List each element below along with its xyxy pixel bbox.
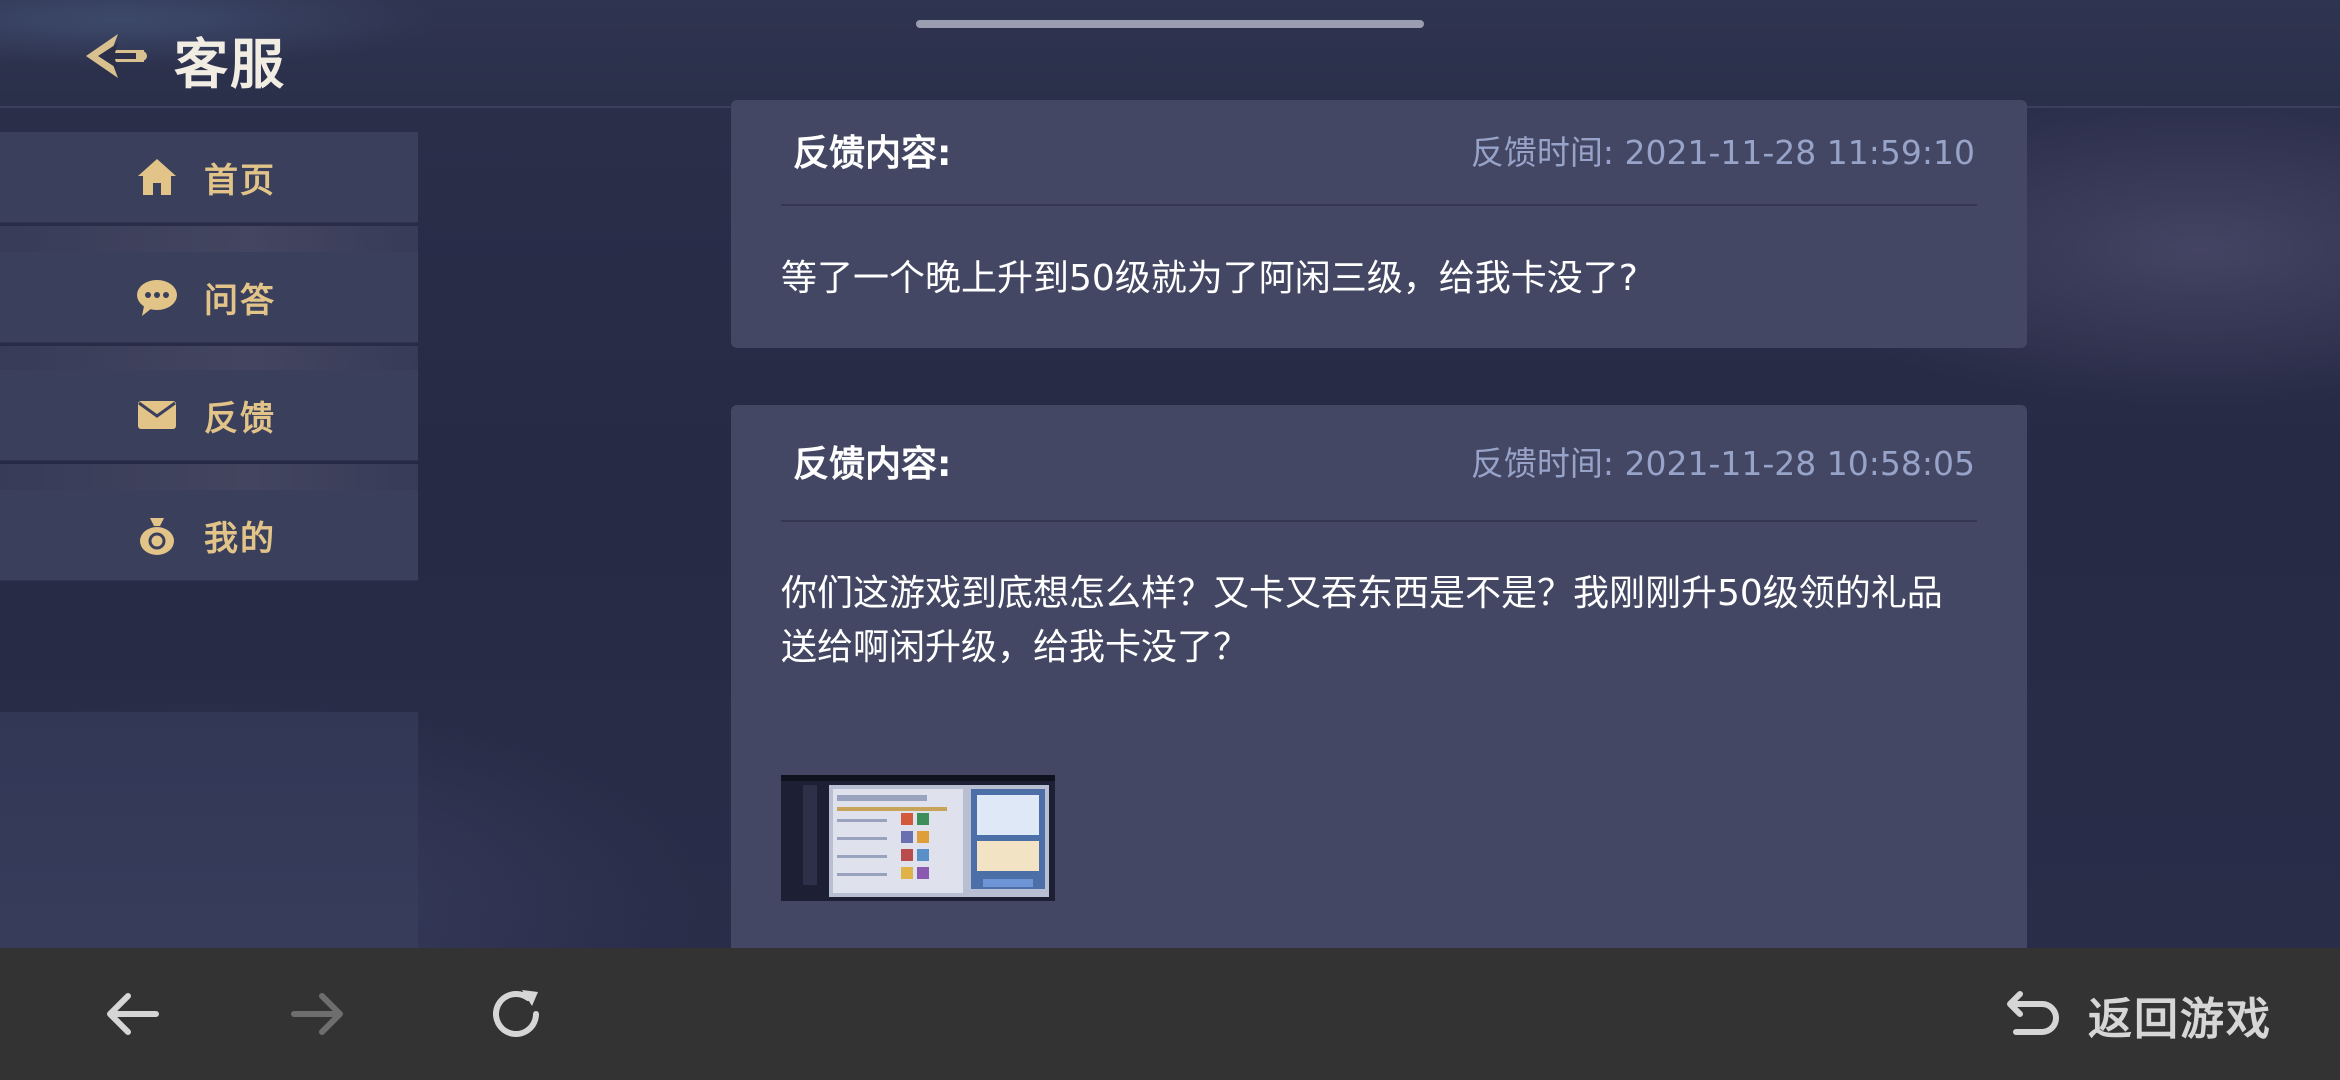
sidebar-divider — [0, 226, 418, 252]
feedback-content-label: 反馈内容: — [793, 444, 952, 485]
chat-bubble-icon — [136, 276, 178, 318]
card-divider — [781, 520, 1977, 522]
feedback-text: 你们这游戏到底想怎么样？又卡又吞东西是不是？我刚刚升50级领的礼品送给啊闲升级，… — [781, 573, 1943, 668]
sidebar-item-feedback[interactable]: 反馈 — [0, 370, 418, 461]
back-arrow-icon[interactable] — [84, 26, 150, 86]
forward-nav-icon[interactable] — [286, 984, 350, 1044]
sidebar-item-label: 首页 — [204, 160, 276, 201]
back-nav-icon[interactable] — [100, 984, 164, 1044]
feedback-text: 等了一个晚上升到50级就为了阿闲三级，给我卡没了? — [781, 258, 1638, 299]
sidebar-item-label: 问答 — [204, 280, 276, 321]
feedback-card: 反馈内容: 反馈时间: 2021-11-28 11:59:10 等了一个晚上升到… — [731, 100, 2027, 348]
header-bar: 客服 — [0, 0, 2340, 108]
feedback-content-label: 反馈内容: — [793, 133, 952, 174]
sidebar-item-label: 反馈 — [204, 398, 276, 439]
bottom-browser-bar: 返回游戏 — [0, 948, 2340, 1080]
sidebar-item-home[interactable]: 首页 — [0, 132, 418, 223]
return-to-game-label: 返回游戏 — [2088, 994, 2272, 1045]
home-icon — [136, 156, 178, 198]
feedback-card: 反馈内容: 反馈时间: 2021-11-28 10:58:05 你们这游戏到底想… — [731, 405, 2027, 965]
return-to-game-button[interactable]: 返回游戏 — [2004, 984, 2272, 1046]
sidebar-item-qa[interactable]: 问答 — [0, 252, 418, 343]
sidebar-item-mine[interactable]: 我的 — [0, 490, 418, 581]
sidebar: 首页 问答 反馈 我的 — [0, 132, 418, 1080]
drag-handle[interactable] — [916, 20, 1424, 28]
feedback-time: 反馈时间: 2021-11-28 10:58:05 — [1470, 444, 1975, 483]
refresh-icon[interactable] — [486, 984, 550, 1044]
sidebar-item-label: 我的 — [204, 518, 276, 559]
page-title: 客服 — [174, 33, 286, 96]
undo-arrow-icon — [2004, 984, 2062, 1046]
screenshot-attachment-thumbnail[interactable] — [781, 775, 1055, 901]
sidebar-divider — [0, 346, 418, 372]
money-bag-icon — [136, 514, 178, 556]
sidebar-divider — [0, 464, 418, 490]
envelope-icon — [136, 394, 178, 436]
feedback-time: 反馈时间: 2021-11-28 11:59:10 — [1470, 133, 1975, 172]
card-divider — [781, 204, 1977, 206]
